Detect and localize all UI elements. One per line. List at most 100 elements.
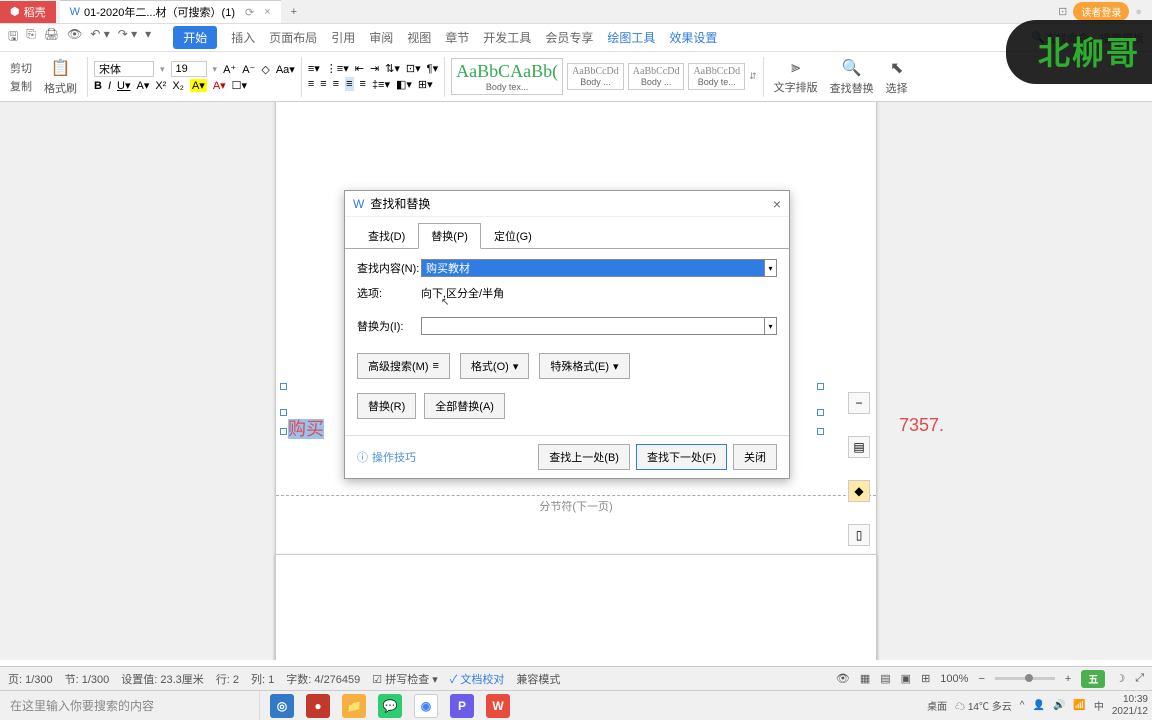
clear-format-icon[interactable]: ◇ — [261, 63, 269, 76]
tray-ime-icon[interactable]: 中 — [1094, 698, 1104, 713]
taskbar-wechat[interactable]: 💬 — [378, 694, 402, 718]
proofread-button[interactable]: ✓ 文档校对 — [450, 671, 505, 687]
moon-icon[interactable]: ☽ — [1115, 672, 1125, 685]
zoom-out-icon[interactable]: − — [978, 673, 984, 685]
special-format-button[interactable]: 特殊格式(E)▾ — [539, 353, 629, 379]
select-button[interactable]: ⬉ 选择 — [882, 58, 912, 96]
tray-up-icon[interactable]: ^ — [1020, 700, 1025, 711]
tab-insert[interactable]: 插入 — [231, 29, 255, 46]
styles-dropdown-icon[interactable]: ⇵ — [749, 71, 757, 82]
paste-icon[interactable]: 📋 — [51, 58, 71, 78]
expand-icon[interactable]: ⤢ — [1135, 672, 1144, 685]
dropdown-icon[interactable]: ▾ — [145, 27, 151, 48]
taskbar-search[interactable]: 在这里输入你要搜索的内容 — [0, 691, 260, 720]
text-layout-button[interactable]: ⫸ 文字排版 — [770, 59, 822, 95]
tab-review[interactable]: 审阅 — [369, 29, 393, 46]
spellcheck-toggle[interactable]: ☑ 拼写检查 ▾ — [372, 671, 438, 687]
tab-find[interactable]: 查找(D) — [355, 223, 418, 249]
tab-reference[interactable]: 引用 — [331, 29, 355, 46]
align-justify-icon[interactable]: ≡ — [345, 77, 353, 91]
italic-button[interactable]: I — [108, 80, 111, 92]
font-color-button[interactable]: A▾ — [213, 79, 226, 92]
tab-pagelayout[interactable]: 页面布局 — [269, 29, 317, 46]
line-spacing-icon[interactable]: ‡≡▾ — [372, 78, 390, 91]
find-replace-button[interactable]: 🔍 查找替换 — [826, 58, 878, 96]
shape-button[interactable]: ◆ — [848, 480, 870, 502]
underline-button[interactable]: U▾ — [117, 79, 130, 92]
view-web-icon[interactable]: ▣ — [901, 672, 911, 685]
taskbar-app1[interactable]: ◎ — [270, 694, 294, 718]
ruler-icon[interactable]: ⊞ — [921, 672, 930, 685]
increase-font-icon[interactable]: A⁺ — [223, 63, 236, 76]
distribute-icon[interactable]: ≡ — [360, 78, 366, 90]
border-button[interactable]: ☐▾ — [232, 79, 247, 92]
taskbar-desktop[interactable]: 桌面 — [927, 698, 947, 713]
app-tab[interactable]: ⬢ 稻壳 — [0, 1, 56, 23]
increase-indent-icon[interactable]: ⇥ — [370, 62, 379, 75]
tab-member[interactable]: 会员专享 — [545, 29, 593, 46]
pin-icon[interactable]: ⟳ — [245, 6, 254, 19]
decrease-font-icon[interactable]: A⁻ — [242, 63, 255, 76]
strike-button[interactable]: A▾ — [136, 79, 149, 92]
align-right-icon[interactable]: ≡ — [333, 78, 339, 90]
find-dropdown-icon[interactable]: ▾ — [765, 259, 777, 277]
dialog-titlebar[interactable]: W 查找和替换 × — [345, 191, 789, 217]
redo-icon[interactable]: ↷ ▾ — [118, 27, 137, 48]
tray-user-icon[interactable]: 👤 — [1032, 700, 1044, 711]
tab-developer[interactable]: 开发工具 — [483, 29, 531, 46]
font-name-select[interactable] — [94, 61, 154, 77]
saveas-icon[interactable]: ⎘ — [26, 27, 36, 48]
subscript-button[interactable]: X₂ — [172, 80, 184, 92]
tab-drawingtools[interactable]: 绘图工具 — [607, 29, 655, 46]
taskbar-p[interactable]: P — [450, 694, 474, 718]
advanced-search-button[interactable]: 高级搜索(M)≡ — [357, 353, 450, 379]
change-case-icon[interactable]: Aa▾ — [276, 63, 295, 76]
close-tab-icon[interactable]: × — [264, 6, 270, 18]
tab-view[interactable]: 视图 — [407, 29, 431, 46]
align-left-icon[interactable]: ≡ — [308, 78, 314, 90]
page-button[interactable]: ▯ — [848, 524, 870, 546]
status-line[interactable]: 行: 2 — [216, 671, 239, 687]
tab-effects[interactable]: 效果设置 — [669, 29, 717, 46]
replace-input[interactable] — [421, 317, 765, 335]
tray-volume-icon[interactable]: 📶 — [1073, 700, 1085, 711]
view-outline-icon[interactable]: ▤ — [880, 672, 890, 685]
new-tab-button[interactable]: + — [281, 3, 307, 21]
taskbar-explorer[interactable]: 📁 — [342, 694, 366, 718]
style-bodytext3[interactable]: AaBbCcDd Body ... — [628, 63, 685, 90]
save-icon[interactable]: 🖫 — [8, 27, 18, 48]
replace-dropdown-icon[interactable]: ▾ — [765, 317, 777, 335]
cut-button[interactable]: 剪切 — [10, 60, 32, 76]
tab-start[interactable]: 开始 — [173, 26, 217, 49]
undo-icon[interactable]: ↶ ▾ — [90, 27, 109, 48]
bullet-list-icon[interactable]: ≡▾ — [308, 62, 320, 75]
status-section[interactable]: 节: 1/300 — [65, 671, 110, 687]
document-tab[interactable]: W 01-2020年二...材（可搜索）(1) ⟳ × — [60, 0, 281, 23]
find-prev-button[interactable]: 查找上一处(B) — [538, 444, 630, 470]
highlight-button[interactable]: A▾ — [190, 79, 207, 92]
tray-speaker-icon[interactable]: 🔊 — [1053, 700, 1065, 711]
zoom-slider[interactable] — [995, 677, 1055, 680]
superscript-button[interactable]: X² — [155, 80, 166, 92]
shading-icon[interactable]: ◧▾ — [396, 78, 412, 91]
dialog-close-button[interactable]: × — [773, 196, 781, 212]
avatar-icon[interactable]: ● — [1135, 6, 1142, 18]
view-print-icon[interactable]: ▦ — [860, 672, 870, 685]
replace-button[interactable]: 替换(R) — [357, 393, 416, 419]
sort-icon[interactable]: ⇅▾ — [385, 62, 400, 75]
preview-icon[interactable]: 👁 — [67, 27, 82, 48]
weather-icon[interactable]: ☁ 14℃ 多云 — [955, 698, 1012, 713]
find-input[interactable] — [421, 259, 765, 277]
gallery-button[interactable]: ▤ — [848, 436, 870, 458]
tab-goto[interactable]: 定位(G) — [481, 223, 545, 249]
tab-replace[interactable]: 替换(P) — [418, 223, 481, 249]
number-list-icon[interactable]: ⋮≡▾ — [326, 62, 349, 75]
print-icon[interactable]: 🖨 — [44, 27, 59, 48]
copy-button[interactable]: 复制 — [10, 78, 32, 94]
tips-link[interactable]: ⓘ 操作技巧 — [357, 449, 416, 465]
status-page[interactable]: 页: 1/300 — [8, 671, 53, 687]
style-bodytext1[interactable]: AaBbCAaBb( Body tex... — [451, 58, 563, 95]
bold-button[interactable]: B — [94, 80, 102, 92]
style-bodytext2[interactable]: AaBbCcDd Body ... — [567, 63, 624, 90]
zoom-value[interactable]: 100% — [940, 673, 968, 685]
